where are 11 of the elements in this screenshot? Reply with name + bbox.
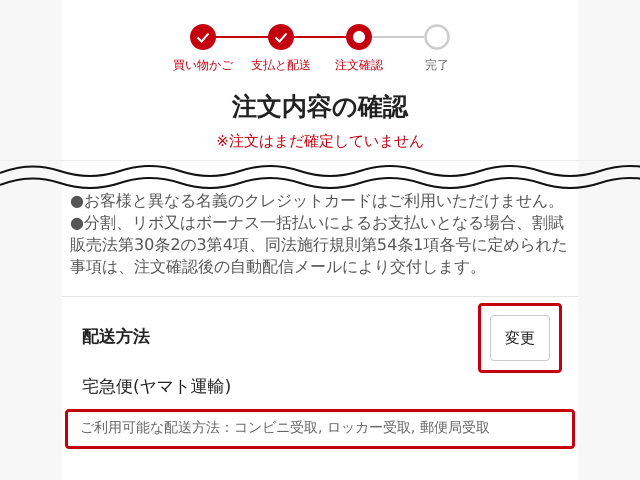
section-heading: 配送方法 [82,326,150,350]
change-button[interactable]: 変更 [490,315,550,361]
terms-paragraph: ●お客様と異なる名義のクレジットカードはご利用いただけません。●分割、リボ又はボーナス一括払いによるお支払いとなる場合、割賦販売法第30条2の3第4項、同法施行規則第54条1項各号に定められた事項は、注文確認後の自動配信メールにより交付します。 [69,190,568,278]
step-label: 買い物かご [173,57,233,74]
step-label: 支払と配送 [251,57,311,74]
step-label: 注文確認 [335,57,383,74]
unconfirmed-notice: ※注文はまだ確定していません [215,130,425,152]
shipping-method: 宅急便(ヤマト運輸) [82,376,232,399]
available-methods-note: ご利用可能な配送方法：コンビニ受取, ロッカー受取, 郵便局受取 [65,408,575,448]
step-label: 完了 [425,57,449,74]
page-title: 注文内容の確認 [230,91,410,123]
